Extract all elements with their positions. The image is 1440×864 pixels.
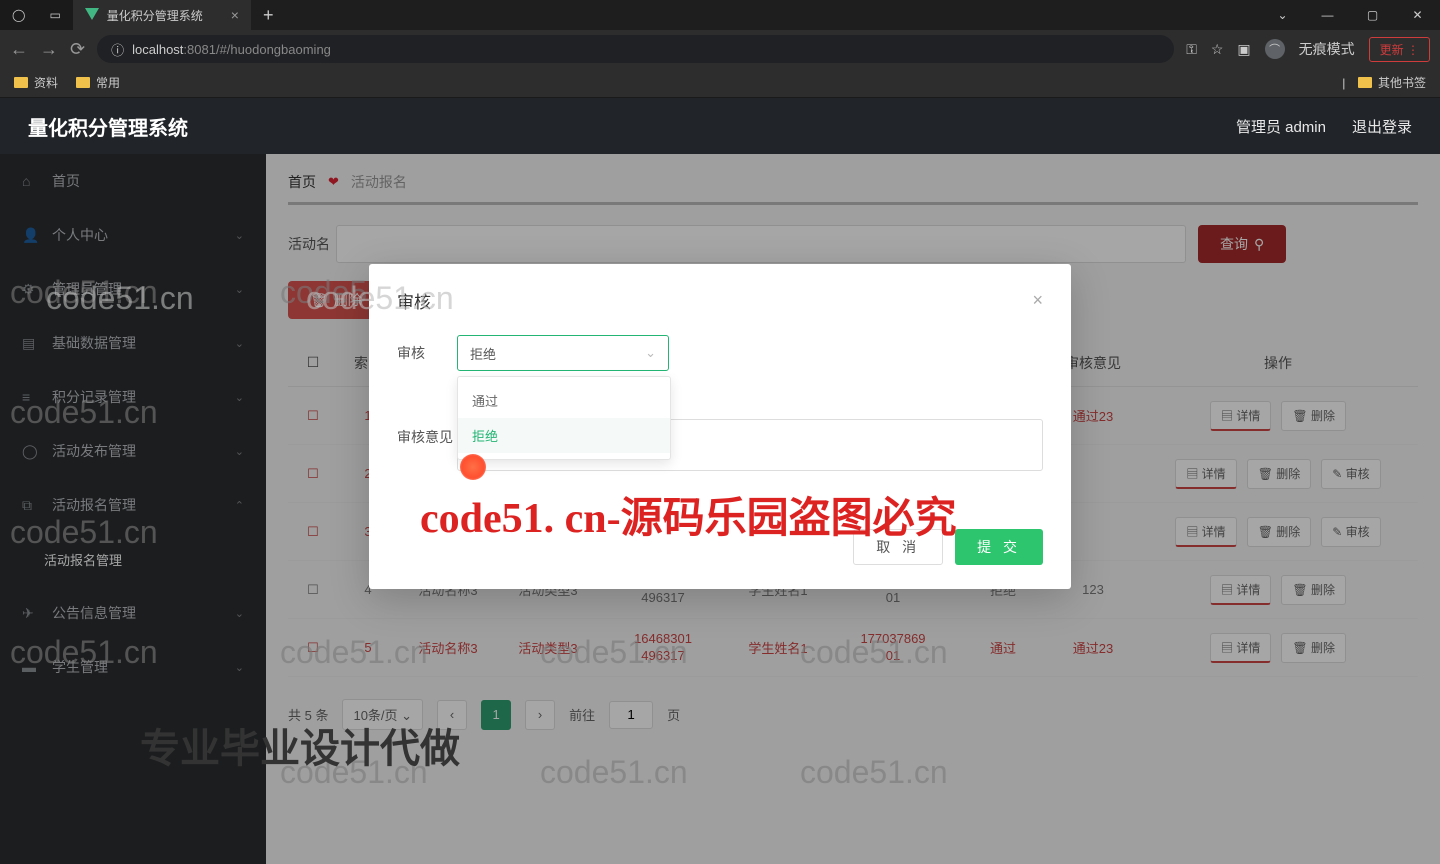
- field-label-state: 审核: [397, 335, 457, 363]
- app-header: 量化积分管理系统 管理员 admin 退出登录: [0, 98, 1440, 154]
- star-icon[interactable]: ☆: [1211, 41, 1224, 58]
- watermark: code51.cn: [46, 280, 194, 317]
- url-input[interactable]: ⓘ localhost:8081/#/huodongbaoming: [97, 35, 1174, 63]
- back-button[interactable]: ←: [10, 39, 28, 60]
- chevron-down-icon[interactable]: ⌄: [1260, 0, 1305, 30]
- update-button[interactable]: 更新 ⋮: [1369, 37, 1430, 62]
- user-label: 管理员 admin: [1236, 116, 1326, 137]
- folder-icon: [76, 77, 90, 88]
- bookmark-other[interactable]: | 其他书签: [1342, 74, 1426, 91]
- tab-active[interactable]: 量化积分管理系统 ×: [73, 0, 251, 30]
- vue-icon: [85, 8, 99, 22]
- select-dropdown: 通过 拒绝: [457, 376, 671, 460]
- bookmark-item[interactable]: 常用: [76, 74, 120, 91]
- reload-button[interactable]: ⟳: [70, 39, 85, 60]
- incognito-label: 无痕模式: [1299, 39, 1355, 59]
- minimize-button[interactable]: —: [1305, 0, 1350, 30]
- new-tab-button[interactable]: +: [251, 5, 286, 26]
- close-button[interactable]: ✕: [1395, 0, 1440, 30]
- logout-link[interactable]: 退出登录: [1352, 116, 1412, 137]
- address-bar: ← → ⟳ ⓘ localhost:8081/#/huodongbaoming …: [0, 30, 1440, 68]
- bookmark-item[interactable]: 资料: [14, 74, 58, 91]
- option-pass[interactable]: 通过: [458, 383, 670, 418]
- state-select[interactable]: 拒绝⌄ 通过 拒绝: [457, 335, 669, 371]
- key-icon[interactable]: ⚿: [1186, 41, 1197, 58]
- modal-mask[interactable]: 审核 × 审核 拒绝⌄ 通过 拒绝 审核意见: [0, 154, 1440, 864]
- tab-explorer[interactable]: ▭: [37, 0, 72, 30]
- tab-blank[interactable]: ◯: [0, 0, 37, 30]
- close-icon[interactable]: ×: [231, 7, 239, 23]
- forward-button[interactable]: →: [40, 39, 58, 60]
- bookmark-bar: 资料 常用 | 其他书签: [0, 68, 1440, 98]
- incognito-icon: ⌒: [1265, 39, 1285, 59]
- maximize-button[interactable]: ▢: [1350, 0, 1395, 30]
- chevron-down-icon: ⌄: [645, 345, 656, 361]
- extensions-icon[interactable]: ▣: [1237, 41, 1250, 58]
- folder-icon: [14, 77, 28, 88]
- os-titlebar: ◯ ▭ 量化积分管理系统 × + ⌄ — ▢ ✕: [0, 0, 1440, 30]
- cancel-button[interactable]: 取 消: [853, 529, 943, 565]
- submit-button[interactable]: 提 交: [955, 529, 1043, 565]
- option-reject[interactable]: 拒绝: [458, 418, 670, 453]
- app-title: 量化积分管理系统: [28, 112, 188, 141]
- audit-modal: 审核 × 审核 拒绝⌄ 通过 拒绝 审核意见: [369, 264, 1071, 589]
- close-icon[interactable]: ×: [1032, 290, 1043, 311]
- folder-icon: [1358, 77, 1372, 88]
- field-label-opinion: 审核意见: [397, 419, 457, 447]
- tab-title: 量化积分管理系统: [107, 7, 203, 24]
- info-icon: ⓘ: [111, 40, 124, 59]
- modal-title: 审核: [397, 288, 431, 313]
